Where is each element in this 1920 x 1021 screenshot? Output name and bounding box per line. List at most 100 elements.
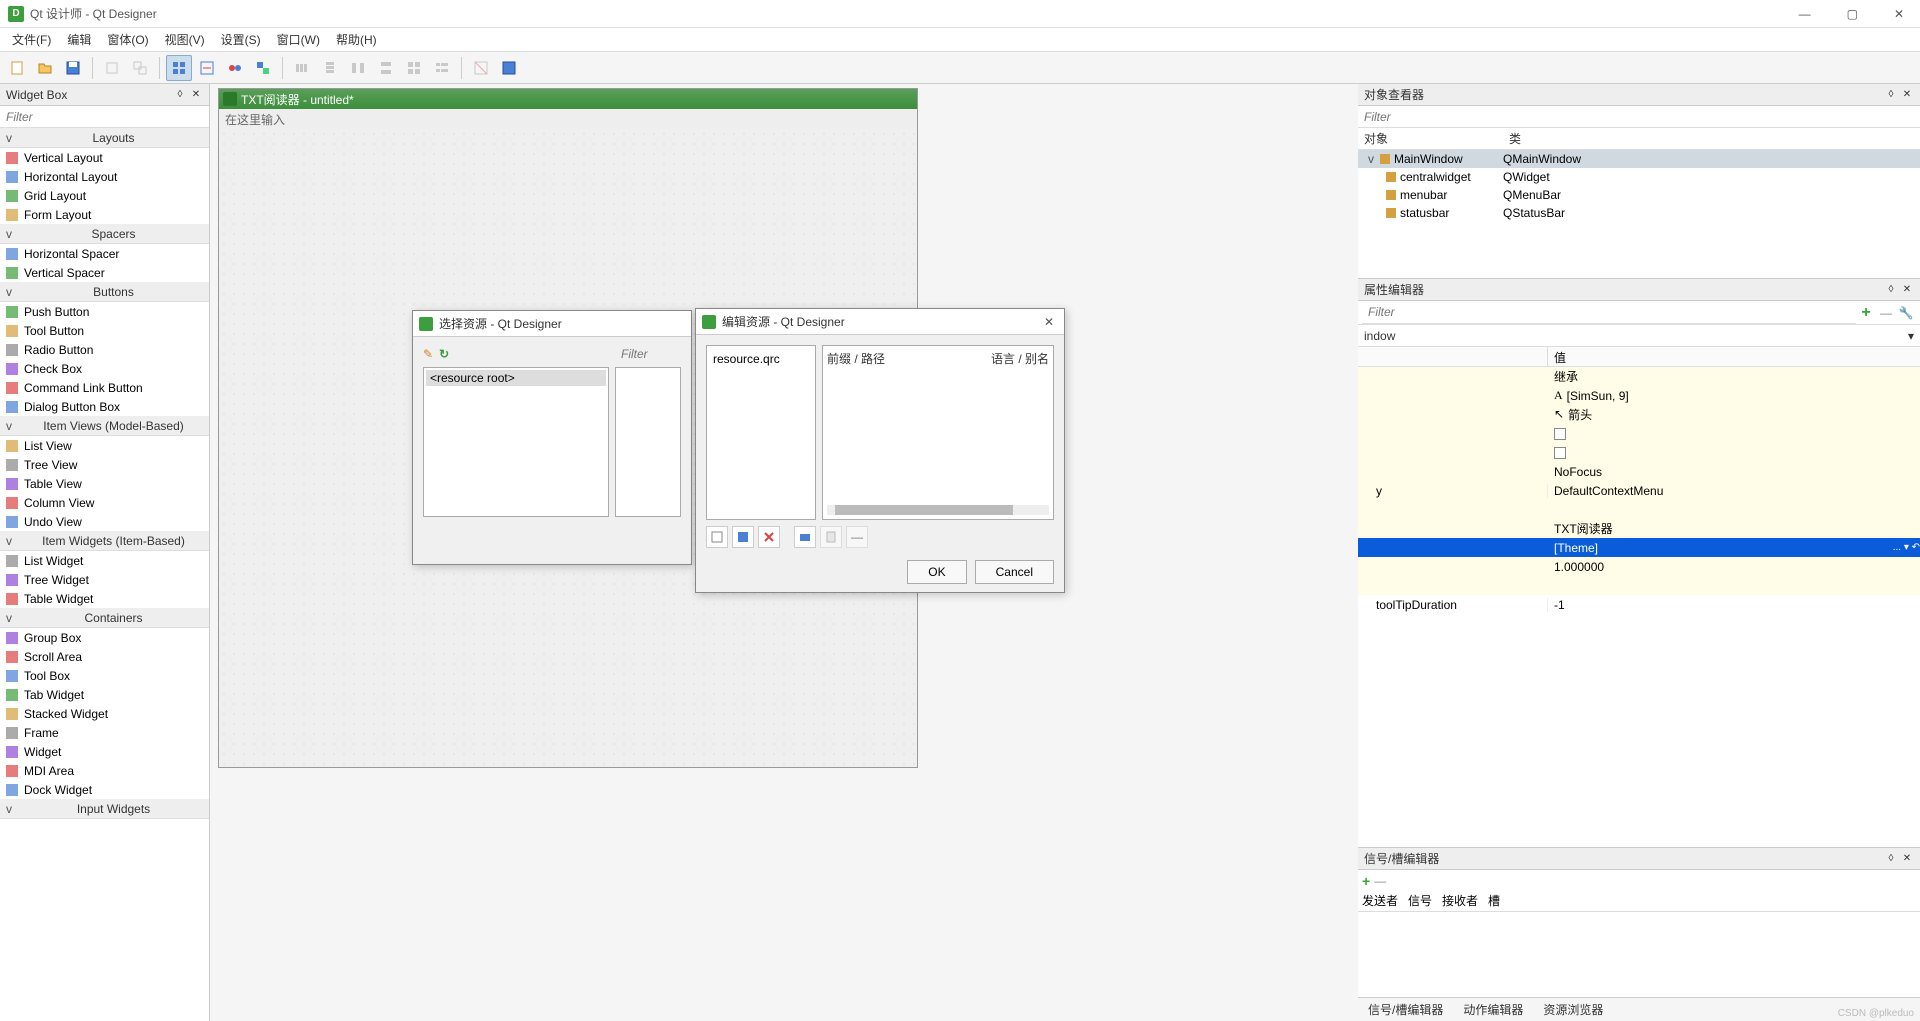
property-row[interactable]: [Theme]... ▾ ↶: [1358, 538, 1920, 557]
property-row[interactable]: 继承: [1358, 367, 1920, 386]
widget-category[interactable]: vContainers: [0, 608, 209, 628]
open-file-button[interactable]: [32, 55, 58, 81]
adjust-size-button[interactable]: [496, 55, 522, 81]
widget-category[interactable]: vLayouts: [0, 128, 209, 148]
dialog2-close-icon[interactable]: ✕: [1040, 315, 1058, 329]
object-tree-row[interactable]: vMainWindowQMainWindow: [1358, 150, 1920, 168]
widget-item[interactable]: Table View: [0, 474, 209, 493]
widget-item[interactable]: Tree Widget: [0, 570, 209, 589]
new-qrc-icon[interactable]: [706, 526, 728, 548]
add-property-icon[interactable]: +: [1856, 303, 1876, 323]
add-signal-icon[interactable]: +: [1362, 873, 1370, 889]
property-row[interactable]: [1358, 424, 1920, 443]
new-file-button[interactable]: [4, 55, 30, 81]
close-button[interactable]: ✕: [1886, 7, 1912, 21]
widget-box-list[interactable]: vLayoutsVertical LayoutHorizontal Layout…: [0, 128, 209, 1021]
widget-item[interactable]: Frame: [0, 723, 209, 742]
widget-category[interactable]: vButtons: [0, 282, 209, 302]
object-inspector-filter[interactable]: [1358, 106, 1920, 128]
menu-file[interactable]: 文件(F): [4, 29, 59, 50]
tab-action-editor[interactable]: 动作编辑器: [1463, 1001, 1523, 1018]
widget-item[interactable]: MDI Area: [0, 761, 209, 780]
widget-item[interactable]: Horizontal Spacer: [0, 244, 209, 263]
edit-buddies-button[interactable]: [222, 55, 248, 81]
qrc-list[interactable]: resource.qrc: [706, 345, 816, 520]
menu-settings[interactable]: 设置(S): [213, 29, 269, 50]
object-col[interactable]: 对象: [1358, 128, 1503, 149]
widget-item[interactable]: Dialog Button Box: [0, 397, 209, 416]
dialog1-filter[interactable]: [621, 347, 681, 361]
receiver-col[interactable]: 接收者: [1442, 892, 1478, 911]
add-prefix-icon[interactable]: [794, 526, 816, 548]
property-row[interactable]: A [SimSun, 9]: [1358, 386, 1920, 405]
widget-item[interactable]: Scroll Area: [0, 647, 209, 666]
ok-button[interactable]: OK: [907, 560, 966, 584]
form-menubar[interactable]: 在这里输入: [219, 109, 917, 129]
remove-item-icon[interactable]: —: [846, 526, 868, 548]
remove-signal-icon[interactable]: —: [1374, 874, 1386, 888]
property-row[interactable]: [1358, 500, 1920, 519]
maximize-button[interactable]: ▢: [1839, 7, 1866, 21]
break-layout-button[interactable]: [468, 55, 494, 81]
edit-widgets-button[interactable]: [166, 55, 192, 81]
resource-tree[interactable]: <resource root>: [423, 367, 609, 517]
resource-root-item[interactable]: <resource root>: [426, 370, 606, 386]
resource-preview[interactable]: [615, 367, 681, 517]
property-name-col[interactable]: [1358, 347, 1548, 366]
remove-property-icon[interactable]: —: [1876, 303, 1896, 323]
property-row[interactable]: TXT阅读器: [1358, 519, 1920, 538]
widget-item[interactable]: List Widget: [0, 551, 209, 570]
qrc-item[interactable]: resource.qrc: [711, 350, 811, 368]
object-tree-row[interactable]: centralwidgetQWidget: [1358, 168, 1920, 186]
menu-edit[interactable]: 编辑: [59, 29, 99, 50]
property-filter[interactable]: [1362, 302, 1856, 324]
horizontal-scrollbar[interactable]: [827, 505, 1049, 515]
widget-item[interactable]: Form Layout: [0, 205, 209, 224]
widget-item[interactable]: Dock Widget: [0, 780, 209, 799]
open-qrc-icon[interactable]: [732, 526, 754, 548]
widget-item[interactable]: Command Link Button: [0, 378, 209, 397]
class-col[interactable]: 类: [1503, 128, 1528, 149]
widget-item[interactable]: Tool Box: [0, 666, 209, 685]
property-row[interactable]: NoFocus: [1358, 462, 1920, 481]
widget-item[interactable]: Tree View: [0, 455, 209, 474]
signal-col[interactable]: 信号: [1408, 892, 1432, 911]
add-file-icon[interactable]: [820, 526, 842, 548]
edit-signals-button[interactable]: [194, 55, 220, 81]
property-row[interactable]: ↖ 箭头: [1358, 405, 1920, 424]
property-row[interactable]: [1358, 576, 1920, 595]
slot-col[interactable]: 槽: [1488, 892, 1500, 911]
widget-item[interactable]: Check Box: [0, 359, 209, 378]
layout-horizontal-splitter-button[interactable]: [345, 55, 371, 81]
menu-help[interactable]: 帮助(H): [328, 29, 385, 50]
property-row[interactable]: toolTipDuration-1: [1358, 595, 1920, 614]
panel-float-icon[interactable]: ◊: [1884, 852, 1898, 866]
save-button[interactable]: [60, 55, 86, 81]
widget-item[interactable]: Vertical Layout: [0, 148, 209, 167]
widget-box-filter[interactable]: [0, 106, 209, 128]
tab-resource-browser[interactable]: 资源浏览器: [1543, 1001, 1603, 1018]
property-row[interactable]: [1358, 443, 1920, 462]
widget-item[interactable]: Tab Widget: [0, 685, 209, 704]
layout-form-button[interactable]: [429, 55, 455, 81]
layout-grid-button[interactable]: [401, 55, 427, 81]
widget-item[interactable]: Column View: [0, 493, 209, 512]
signal-table-body[interactable]: [1358, 912, 1920, 997]
resource-table[interactable]: 前缀 / 路径 语言 / 别名: [822, 345, 1054, 520]
widget-item[interactable]: Undo View: [0, 512, 209, 531]
minimize-button[interactable]: —: [1791, 7, 1819, 21]
widget-item[interactable]: Push Button: [0, 302, 209, 321]
widget-item[interactable]: Grid Layout: [0, 186, 209, 205]
panel-float-icon[interactable]: ◊: [173, 88, 187, 102]
widget-item[interactable]: List View: [0, 436, 209, 455]
widget-item[interactable]: Tool Button: [0, 321, 209, 340]
widget-category[interactable]: vItem Views (Model-Based): [0, 416, 209, 436]
property-row[interactable]: yDefaultContextMenu: [1358, 481, 1920, 500]
widget-category[interactable]: vSpacers: [0, 224, 209, 244]
panel-close-icon[interactable]: ✕: [1900, 852, 1914, 866]
panel-close-icon[interactable]: ✕: [189, 88, 203, 102]
widget-category[interactable]: vItem Widgets (Item-Based): [0, 531, 209, 551]
widget-item[interactable]: Stacked Widget: [0, 704, 209, 723]
widget-item[interactable]: Radio Button: [0, 340, 209, 359]
panel-float-icon[interactable]: ◊: [1884, 88, 1898, 102]
